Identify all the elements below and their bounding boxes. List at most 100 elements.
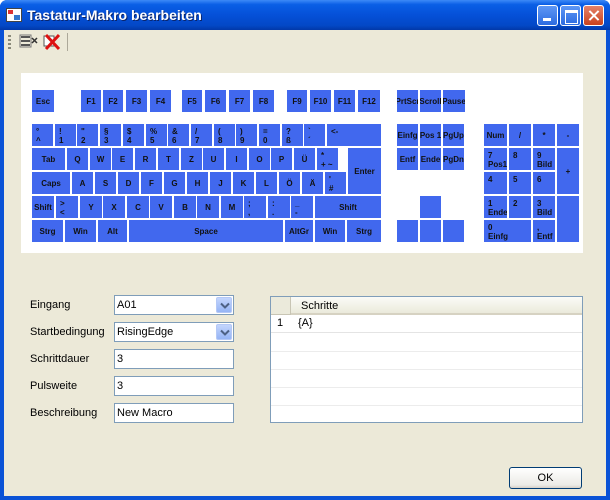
arrow-down-key[interactable]: [419, 219, 442, 243]
pulsweite-input[interactable]: 3: [114, 376, 234, 396]
nav-key[interactable]: Einfg: [396, 123, 419, 147]
function-key[interactable]: F7: [228, 89, 251, 113]
arrow-left-key[interactable]: [396, 219, 419, 243]
modifier-key[interactable]: Strg: [346, 219, 382, 243]
letter-key[interactable]: ; ,: [243, 195, 267, 219]
function-key[interactable]: F8: [252, 89, 275, 113]
modifier-key[interactable]: AltGr: [284, 219, 314, 243]
function-key[interactable]: F12: [357, 89, 381, 113]
enter-key[interactable]: Enter: [347, 147, 382, 195]
letter-key[interactable]: : .: [267, 195, 291, 219]
numpad-key[interactable]: Num: [483, 123, 508, 147]
letter-key[interactable]: _ -: [290, 195, 314, 219]
numpad-key[interactable]: /: [508, 123, 532, 147]
letter-key[interactable]: H: [186, 171, 209, 195]
letter-key[interactable]: G: [163, 171, 186, 195]
number-key[interactable]: ` ´: [303, 123, 326, 147]
letter-key[interactable]: Ü: [293, 147, 316, 171]
numpad-key[interactable]: 2: [508, 195, 532, 219]
letter-key[interactable]: N: [196, 195, 220, 219]
maximize-button[interactable]: [560, 5, 581, 26]
startbedingung-combo[interactable]: RisingEdge: [114, 322, 234, 342]
left-shift-key[interactable]: Shift: [31, 195, 55, 219]
number-key[interactable]: ( 8: [213, 123, 236, 147]
function-key[interactable]: F2: [102, 89, 124, 113]
function-key[interactable]: PrtScr: [396, 89, 419, 113]
table-row[interactable]: 1 {A}: [271, 315, 582, 333]
letter-key[interactable]: W: [89, 147, 112, 171]
function-key[interactable]: F6: [204, 89, 227, 113]
numpad-enter-key[interactable]: [556, 195, 580, 243]
numpad-key[interactable]: 0 Einfg: [483, 219, 532, 243]
number-key[interactable]: ! 1: [54, 123, 77, 147]
nav-key[interactable]: Entf: [396, 147, 419, 171]
caps-lock-key[interactable]: Caps: [31, 171, 71, 195]
letter-key[interactable]: S: [94, 171, 117, 195]
modifier-key[interactable]: Alt: [97, 219, 128, 243]
function-key[interactable]: Scroll: [419, 89, 442, 113]
minimize-button[interactable]: [537, 5, 558, 26]
schrittdauer-input[interactable]: 3: [114, 349, 234, 369]
tab-key[interactable]: Tab: [31, 147, 66, 171]
letter-key[interactable]: * + ~: [316, 147, 339, 171]
function-key[interactable]: F10: [309, 89, 332, 113]
function-key[interactable]: Pause: [442, 89, 466, 113]
modifier-key[interactable]: Win: [314, 219, 346, 243]
letter-key[interactable]: M: [220, 195, 244, 219]
letter-key[interactable]: X: [102, 195, 126, 219]
step-cell[interactable]: {A}: [291, 315, 582, 333]
letter-key[interactable]: Y: [79, 195, 103, 219]
edit-macro-button[interactable]: [19, 32, 39, 52]
eingang-combo[interactable]: A01: [114, 295, 234, 315]
nav-key[interactable]: PgDn: [442, 147, 465, 171]
toolbar-grip[interactable]: [8, 35, 11, 50]
letter-key[interactable]: T: [157, 147, 180, 171]
space-key[interactable]: Space: [128, 219, 284, 243]
numpad-key[interactable]: 3 Bild: [532, 195, 556, 219]
numpad-key[interactable]: 1 Ende: [483, 195, 508, 219]
numpad-key[interactable]: 7 Pos1: [483, 147, 508, 171]
number-key[interactable]: ) 9: [235, 123, 258, 147]
grid-corner-header[interactable]: [271, 297, 291, 315]
letter-key[interactable]: A: [71, 171, 94, 195]
letter-key[interactable]: E: [111, 147, 134, 171]
number-key[interactable]: / 7: [190, 123, 213, 147]
title-bar[interactable]: Tastatur-Makro bearbeiten: [0, 0, 610, 30]
function-key[interactable]: F1: [80, 89, 102, 113]
steps-grid[interactable]: Schritte 1 {A}: [270, 296, 583, 423]
nav-key[interactable]: Pos 1: [419, 123, 442, 147]
nav-key[interactable]: Ende: [419, 147, 442, 171]
number-key[interactable]: & 6: [167, 123, 190, 147]
letter-key[interactable]: > <: [55, 195, 79, 219]
letter-key[interactable]: U: [202, 147, 225, 171]
letter-key[interactable]: B: [173, 195, 197, 219]
modifier-key[interactable]: Strg: [31, 219, 64, 243]
letter-key[interactable]: ' #: [324, 171, 347, 195]
numpad-key[interactable]: -: [556, 123, 580, 147]
letter-key[interactable]: V: [149, 195, 173, 219]
letter-key[interactable]: P: [270, 147, 293, 171]
numpad-plus-key[interactable]: +: [556, 147, 580, 195]
arrow-right-key[interactable]: [442, 219, 465, 243]
numpad-key[interactable]: 8: [508, 147, 532, 171]
letter-key[interactable]: Q: [66, 147, 89, 171]
letter-key[interactable]: L: [255, 171, 278, 195]
function-key[interactable]: F3: [125, 89, 148, 113]
chevron-down-icon[interactable]: [216, 297, 232, 313]
close-button[interactable]: [583, 5, 604, 26]
chevron-down-icon[interactable]: [216, 324, 232, 340]
letter-key[interactable]: Ö: [278, 171, 301, 195]
letter-key[interactable]: D: [117, 171, 140, 195]
ok-button[interactable]: OK: [509, 467, 582, 489]
nav-key[interactable]: PgUp: [442, 123, 465, 147]
letter-key[interactable]: Z: [180, 147, 203, 171]
numpad-key[interactable]: 6: [532, 171, 556, 195]
letter-key[interactable]: Ä: [301, 171, 324, 195]
numpad-key[interactable]: 4: [483, 171, 508, 195]
number-key[interactable]: ° ^: [31, 123, 54, 147]
modifier-key[interactable]: Win: [64, 219, 97, 243]
arrow-up-key[interactable]: [419, 195, 442, 219]
number-key[interactable]: $ 4: [122, 123, 145, 147]
beschreibung-input[interactable]: New Macro: [114, 403, 234, 423]
function-key[interactable]: F11: [333, 89, 356, 113]
